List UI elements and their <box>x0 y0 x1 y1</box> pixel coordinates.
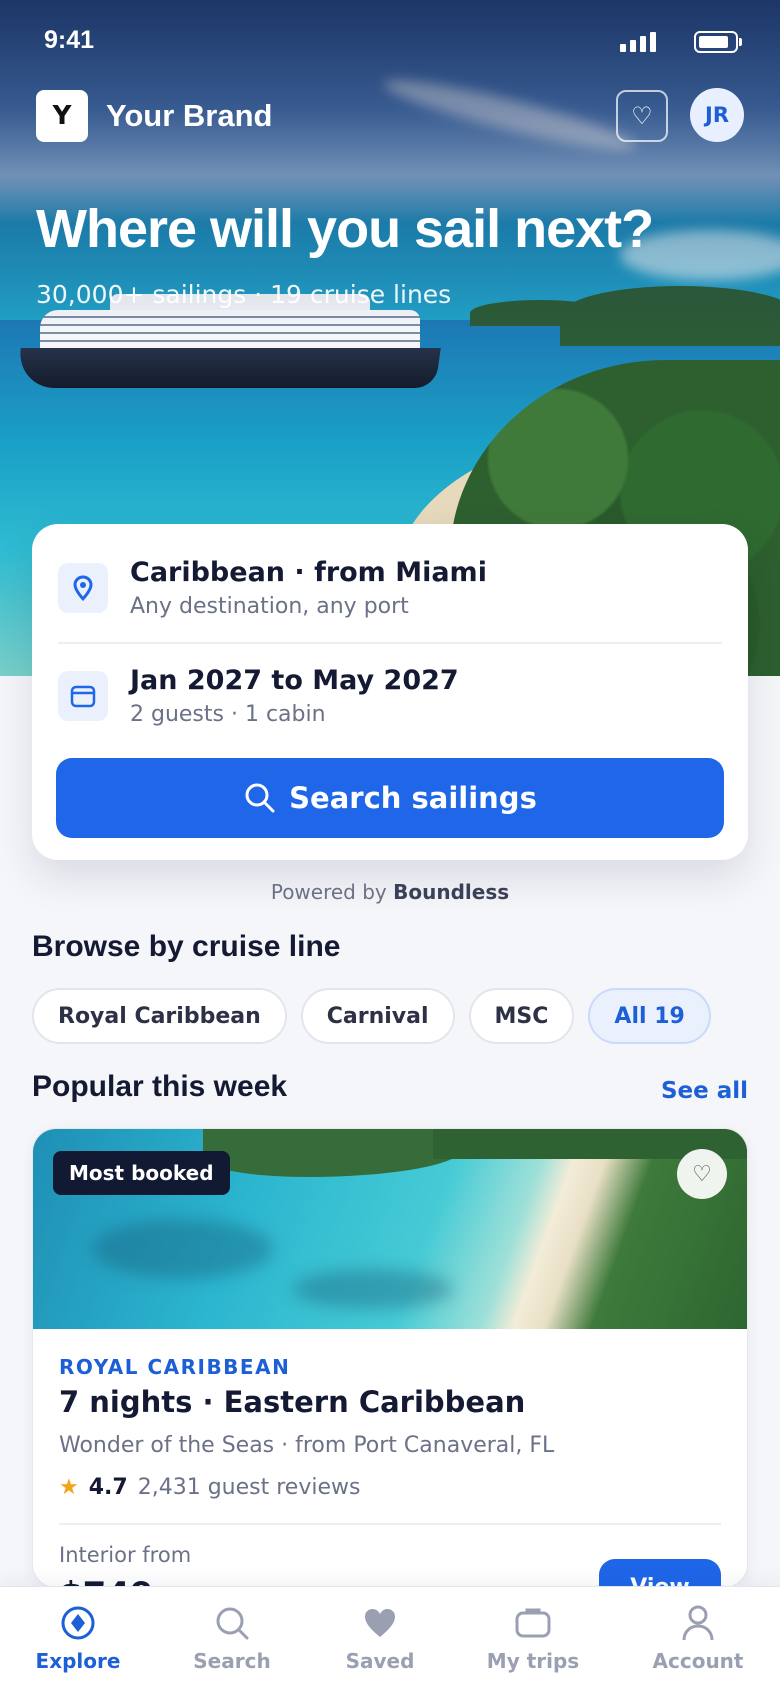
browse-title: Browse by cruise line <box>32 930 341 963</box>
powered-by-name: Boundless <box>393 880 510 904</box>
hero-title: Where will you sail next? <box>36 199 654 259</box>
ship <box>15 348 441 388</box>
price-label: Interior from <box>59 1543 192 1567</box>
tab-account[interactable]: Account <box>638 1603 758 1673</box>
chip-royal-caribbean[interactable]: Royal Caribbean <box>32 988 287 1044</box>
tab-label: Explore <box>35 1649 121 1673</box>
signal-icon <box>620 32 656 52</box>
powered-by: Powered by Boundless <box>270 880 510 904</box>
tab-my-trips[interactable]: My trips <box>473 1603 593 1673</box>
heart-outline-icon: ♡ <box>692 1161 712 1187</box>
most-booked-badge: Most booked <box>53 1151 230 1195</box>
card-favorite-button[interactable]: ♡ <box>677 1149 727 1199</box>
tab-label: Saved <box>345 1649 415 1673</box>
see-all-link[interactable]: See all <box>661 1078 748 1104</box>
cruise-title: 7 nights · Eastern Caribbean <box>59 1385 526 1419</box>
search-sailings-button[interactable]: Search sailings <box>56 758 724 838</box>
review-count: 2,431 guest reviews <box>137 1475 361 1500</box>
heart-outline-icon: ♡ <box>631 102 653 130</box>
tab-label: Search <box>193 1649 271 1673</box>
destination-field[interactable]: Caribbean · from Miami Any destination, … <box>58 538 722 638</box>
chip-all[interactable]: All 19 <box>588 988 711 1044</box>
status-bar: 9:41 <box>44 26 742 62</box>
dates-field[interactable]: Jan 2027 to May 2027 2 guests · 1 cabin <box>58 646 722 746</box>
ship-info: Wonder of the Seas · from Port Canaveral… <box>59 1433 555 1458</box>
tab-explore[interactable]: Explore <box>18 1603 138 1673</box>
brand[interactable]: Y Your Brand <box>36 90 273 142</box>
cruise-line-chips: Royal Caribbean Carnival MSC All 19 <box>32 988 711 1044</box>
battery-icon <box>694 31 742 53</box>
tab-search[interactable]: Search <box>172 1603 292 1673</box>
tab-bar: Explore Search Saved My trips Account <box>0 1586 780 1688</box>
search-icon <box>172 1603 292 1643</box>
tab-saved[interactable]: Saved <box>320 1603 440 1673</box>
brand-logo: Y <box>36 90 88 142</box>
hero-subtitle: 30,000+ sailings · 19 cruise lines <box>36 280 452 309</box>
cruise-line-label: ROYAL CARIBBEAN <box>59 1355 291 1379</box>
suitcase-icon <box>473 1603 593 1643</box>
heart-icon <box>320 1603 440 1643</box>
search-icon <box>245 783 275 813</box>
brand-name: Your Brand <box>106 98 273 133</box>
divider <box>59 1523 721 1525</box>
rating: ★ 4.7 2,431 guest reviews <box>59 1475 360 1500</box>
cruise-card[interactable]: Most booked ♡ ROYAL CARIBBEAN 7 nights ·… <box>32 1128 748 1588</box>
tab-label: Account <box>652 1649 744 1673</box>
tab-label: My trips <box>486 1649 580 1673</box>
calendar-icon <box>58 671 108 721</box>
chip-carnival[interactable]: Carnival <box>300 988 455 1044</box>
view-button[interactable]: View <box>599 1559 721 1587</box>
status-time: 9:41 <box>44 26 95 54</box>
avatar[interactable]: JR <box>690 88 744 142</box>
chip-msc[interactable]: MSC <box>468 988 575 1044</box>
destination-value: Caribbean · from Miami <box>130 557 487 588</box>
divider <box>58 642 722 644</box>
star-icon: ★ <box>59 1475 79 1500</box>
rating-score: 4.7 <box>88 1475 128 1500</box>
dates-value: Jan 2027 to May 2027 <box>130 665 459 696</box>
compass-icon <box>18 1603 138 1643</box>
destination-hint: Any destination, any port <box>130 594 409 619</box>
guests-value: 2 guests · 1 cabin <box>130 702 326 727</box>
search-card: Caribbean · from Miami Any destination, … <box>32 524 748 860</box>
person-icon <box>638 1603 758 1643</box>
favorites-button[interactable]: ♡ <box>616 90 668 142</box>
location-pin-icon <box>58 563 108 613</box>
search-button-label: Search sailings <box>289 781 537 815</box>
popular-title: Popular this week <box>32 1070 288 1103</box>
